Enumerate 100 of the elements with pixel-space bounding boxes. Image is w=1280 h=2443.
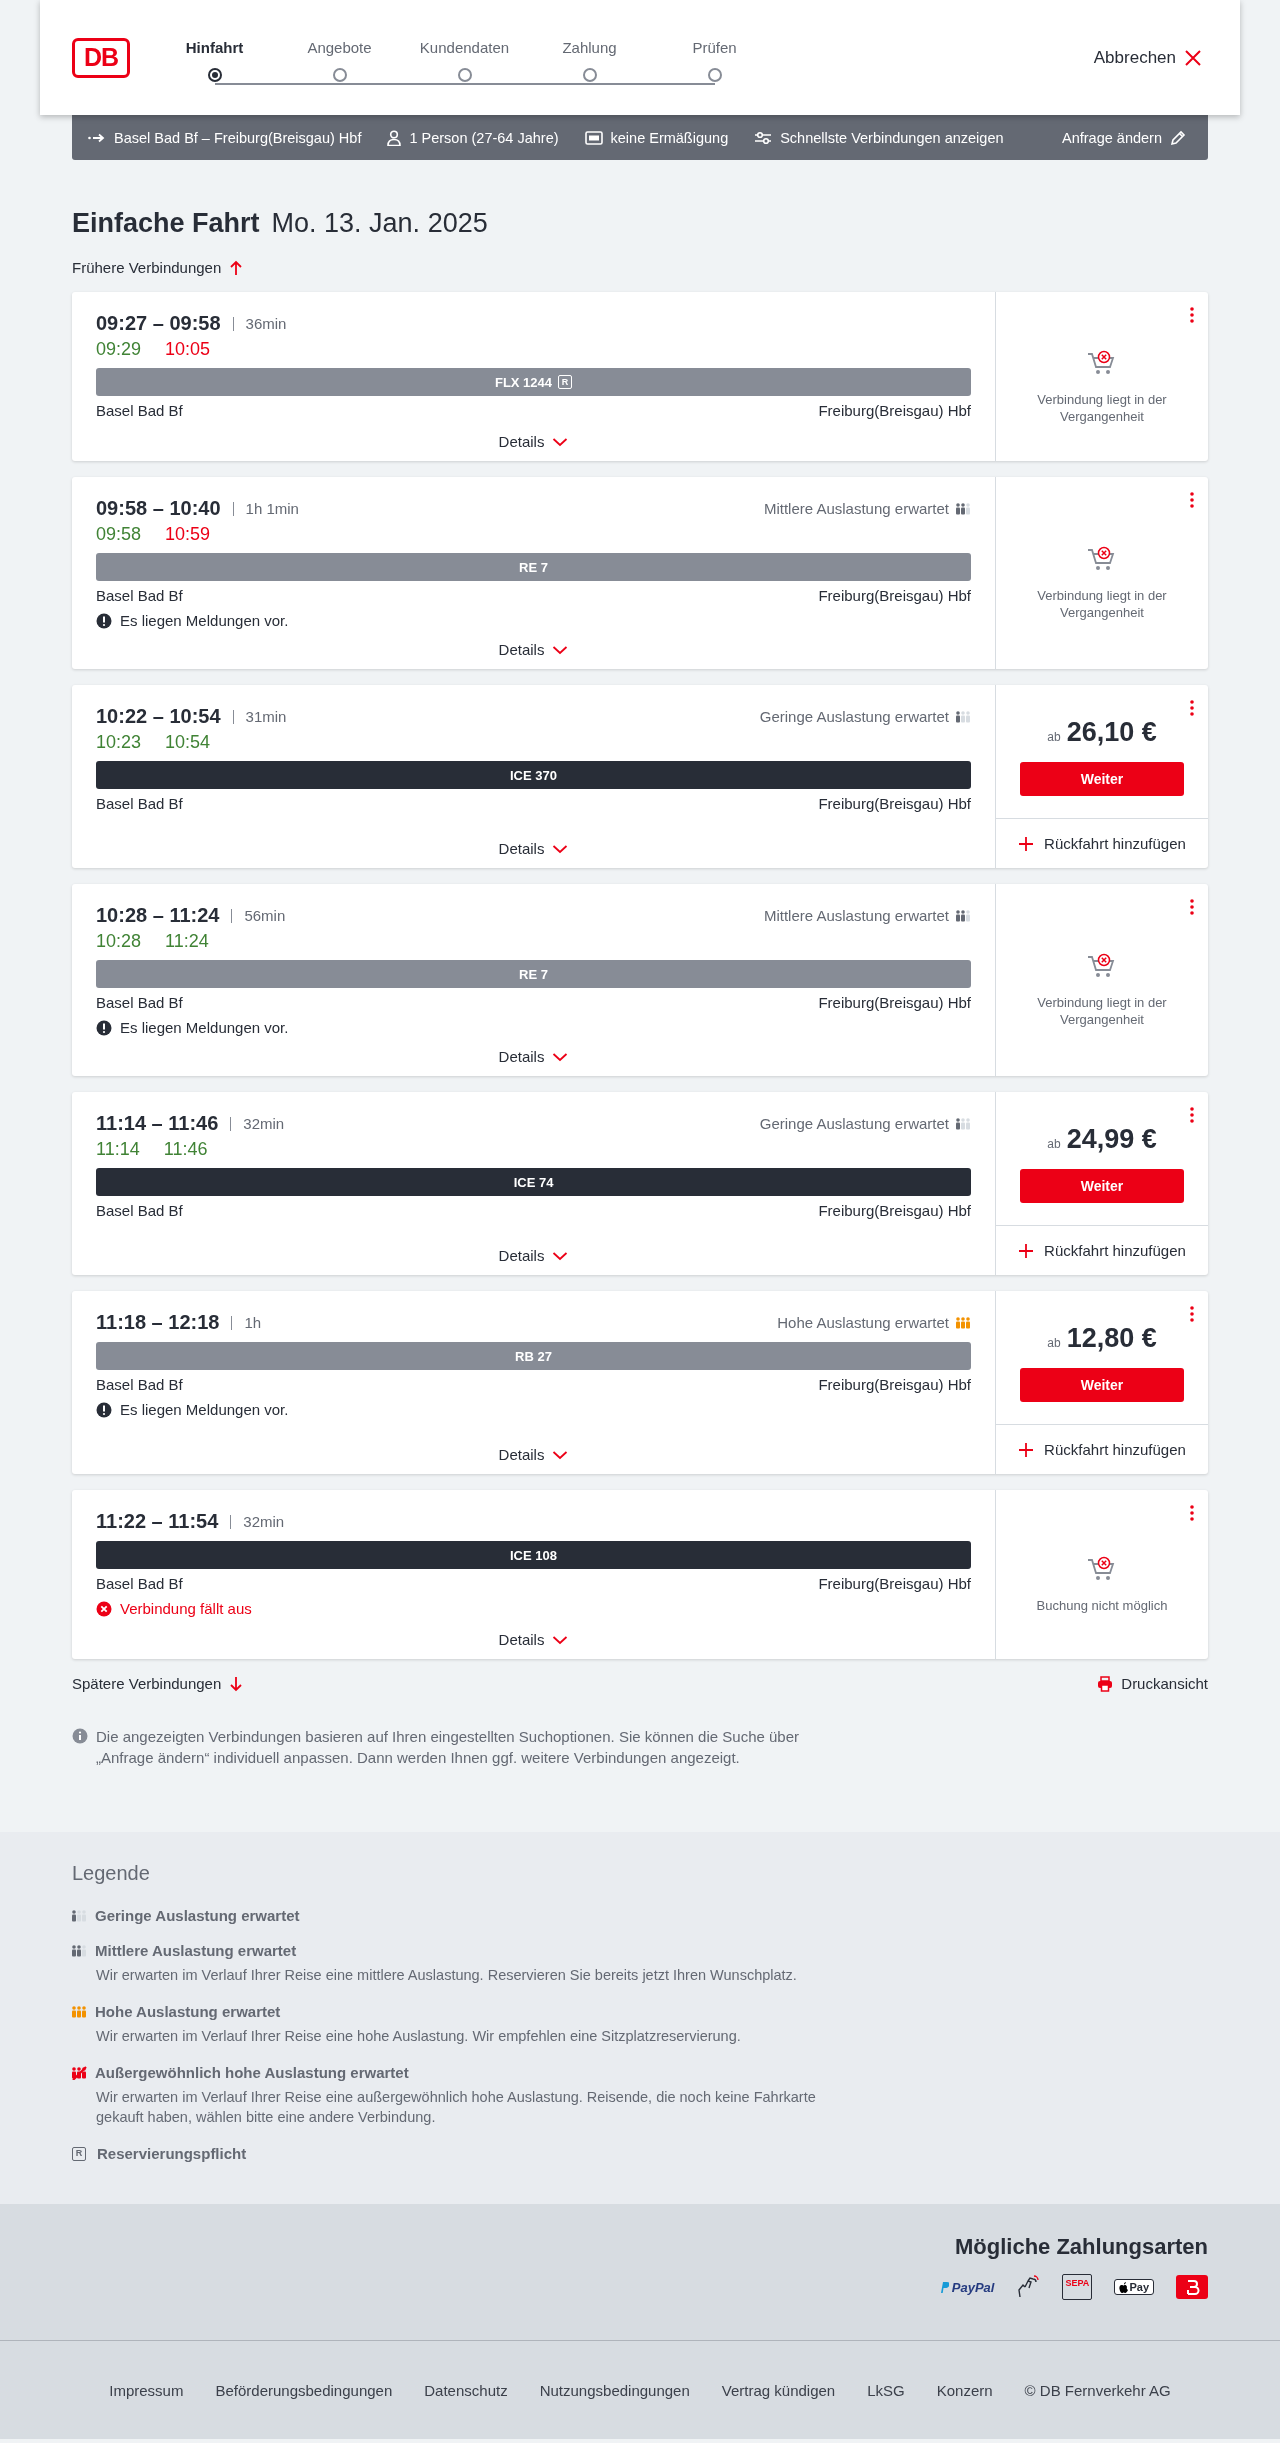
- chevron-down-icon: [552, 1250, 569, 1261]
- continue-button[interactable]: Weiter: [1020, 1169, 1184, 1203]
- reservation-icon: R: [72, 2146, 86, 2161]
- legend-item-description: Wir erwarten im Verlauf Ihrer Reise eine mittlere Auslastung. Reservieren Sie bereits jetzt Ihren Wunschplatz.: [96, 1966, 798, 1985]
- add-return-button[interactable]: Rückfahrt hinzufügen: [996, 1424, 1208, 1474]
- plus-icon: [1018, 1242, 1035, 1259]
- status-message: Verbindung fällt aus: [120, 1600, 252, 1617]
- print-view-link[interactable]: Druckansicht: [1097, 1675, 1208, 1692]
- route-text: Basel Bad Bf – Freiburg(Breisgau) Hbf: [114, 129, 362, 146]
- duration-text: 36min: [245, 315, 287, 332]
- earlier-connections-link[interactable]: Frühere Verbindungen: [72, 259, 244, 276]
- more-options-icon[interactable]: [1189, 1504, 1195, 1522]
- legend-item-title: Reservierungspflicht: [97, 2145, 247, 2162]
- more-options-icon[interactable]: [1189, 699, 1195, 717]
- connection-times: 11:18 – 12:18: [96, 1311, 220, 1334]
- arrow-up-icon: [229, 259, 244, 276]
- apple-icon: [1119, 2281, 1129, 2293]
- footer-link[interactable]: Impressum: [109, 2381, 184, 2399]
- step-label: Zahlung: [562, 39, 617, 56]
- realtime-text: 11:46: [163, 1139, 208, 1160]
- realtime-text: 11:24: [165, 931, 209, 952]
- step-label: Angebote: [307, 39, 372, 56]
- legend-item-title: Mittlere Auslastung erwartet: [95, 1942, 297, 1959]
- connection-times: 11:22 – 11:54: [96, 1510, 219, 1533]
- duration-text: 56min: [244, 907, 286, 924]
- chevron-down-icon: [552, 1449, 569, 1460]
- realtime-text: 10:59: [165, 524, 211, 545]
- details-button[interactable]: Details: [492, 1235, 575, 1265]
- close-icon[interactable]: [1184, 48, 1202, 67]
- payment-methods-title: Mögliche Zahlungsarten: [954, 2234, 1208, 2260]
- offer-status-text: Verbindung liegt in der Vergangenheit: [1036, 390, 1168, 425]
- legend-title: Legende: [72, 1862, 151, 1885]
- person-icon: [387, 129, 402, 146]
- arrow-right-icon: [88, 132, 106, 143]
- add-return-button[interactable]: Rückfahrt hinzufügen: [996, 1225, 1208, 1275]
- details-button[interactable]: Details: [492, 828, 575, 858]
- page-title: Einfache Fahrt: [72, 208, 260, 239]
- details-button[interactable]: Details: [492, 629, 575, 659]
- legend-item-description: Wir erwarten im Verlauf Ihrer Reise eine außergewöhnlich hohe Auslastung. Reisende, die noch keine Fahrkarte gekauft haben, wählen bitte eine andere Verbindung.: [96, 2088, 817, 2127]
- duration-text: 32min: [243, 1513, 285, 1530]
- reservation-icon: R: [558, 375, 573, 389]
- footer-link[interactable]: Datenschutz: [424, 2381, 508, 2399]
- connection-times: 10:28 – 11:24: [96, 904, 220, 927]
- footer-link[interactable]: Nutzungsbedingungen: [539, 2381, 690, 2399]
- db-logo[interactable]: DB: [72, 37, 130, 78]
- duration-text: 31min: [245, 708, 287, 725]
- later-connections-link[interactable]: Spätere Verbindungen: [72, 1675, 244, 1692]
- departure-station: Basel Bad Bf: [96, 1376, 183, 1393]
- arrival-station: Freiburg(Breisgau) Hbf: [818, 402, 971, 419]
- realtime-text: 09:29: [96, 339, 142, 360]
- footer-link[interactable]: LkSG: [867, 2381, 905, 2399]
- more-options-icon[interactable]: [1189, 898, 1195, 916]
- departure-station: Basel Bad Bf: [96, 1202, 183, 1219]
- status-message: Es liegen Meldungen vor.: [120, 1019, 289, 1036]
- chevron-down-icon: [552, 1051, 569, 1062]
- details-button[interactable]: Details: [492, 421, 575, 451]
- realtime-text: 10:23: [96, 732, 142, 753]
- more-options-icon[interactable]: [1189, 1305, 1195, 1323]
- realtime-text: 09:58: [96, 524, 142, 545]
- details-button[interactable]: Details: [492, 1036, 575, 1066]
- footer-link[interactable]: Vertrag kündigen: [721, 2381, 836, 2399]
- footer-link[interactable]: Konzern: [936, 2381, 993, 2399]
- add-return-button[interactable]: Rückfahrt hinzufügen: [996, 818, 1208, 868]
- arrival-station: Freiburg(Breisgau) Hbf: [818, 795, 971, 812]
- departure-station: Basel Bad Bf: [96, 1575, 183, 1592]
- details-button[interactable]: Details: [492, 1619, 575, 1649]
- travel-date: Mo. 13. Jan. 2025: [271, 208, 488, 239]
- realtime-text: 10:54: [165, 732, 211, 753]
- connection-times: 10:22 – 10:54: [96, 705, 221, 728]
- step-label: Hinfahrt: [185, 39, 244, 56]
- more-options-icon[interactable]: [1189, 491, 1195, 509]
- sepa-logo: SEPA: [1062, 2274, 1093, 2300]
- connection-times: 09:27 – 09:58: [96, 312, 221, 335]
- train-name: ICE 74: [513, 1174, 554, 1190]
- footer-link[interactable]: © DB Fernverkehr AG: [1024, 2381, 1171, 2399]
- step-label: Prüfen: [692, 39, 737, 56]
- price-prefix: ab: [1047, 1336, 1061, 1350]
- more-options-icon[interactable]: [1189, 1106, 1195, 1124]
- passenger-text: 1 Person (27-64 Jahre): [409, 129, 559, 146]
- footer-link[interactable]: Beförderungsbedingungen: [215, 2381, 393, 2399]
- change-request-button[interactable]: Anfrage ändern: [1056, 128, 1192, 147]
- chevron-down-icon: [552, 1634, 569, 1645]
- connection-times: 09:58 – 10:40: [96, 497, 221, 520]
- departure-station: Basel Bad Bf: [96, 795, 183, 812]
- price-prefix: ab: [1047, 1137, 1061, 1151]
- arrival-station: Freiburg(Breisgau) Hbf: [818, 994, 971, 1011]
- arrow-down-icon: [229, 1675, 244, 1692]
- price-text: 24,99 €: [1066, 1124, 1157, 1155]
- filter-icon: [754, 130, 773, 145]
- duration-text: 32min: [243, 1115, 285, 1132]
- details-button[interactable]: Details: [492, 1434, 575, 1464]
- occupancy-text: Mittlere Auslastung erwartet: [763, 500, 949, 517]
- realtime-text: 10:28: [96, 931, 142, 952]
- offer-status-text: Buchung nicht möglich: [1036, 1597, 1168, 1614]
- info-icon: [72, 1728, 88, 1744]
- continue-button[interactable]: Weiter: [1020, 762, 1184, 796]
- more-options-icon[interactable]: [1189, 306, 1195, 324]
- continue-button[interactable]: Weiter: [1020, 1368, 1184, 1402]
- paypal-logo: PayPal: [938, 2279, 995, 2295]
- cancel-button[interactable]: Abbrechen: [1087, 46, 1208, 69]
